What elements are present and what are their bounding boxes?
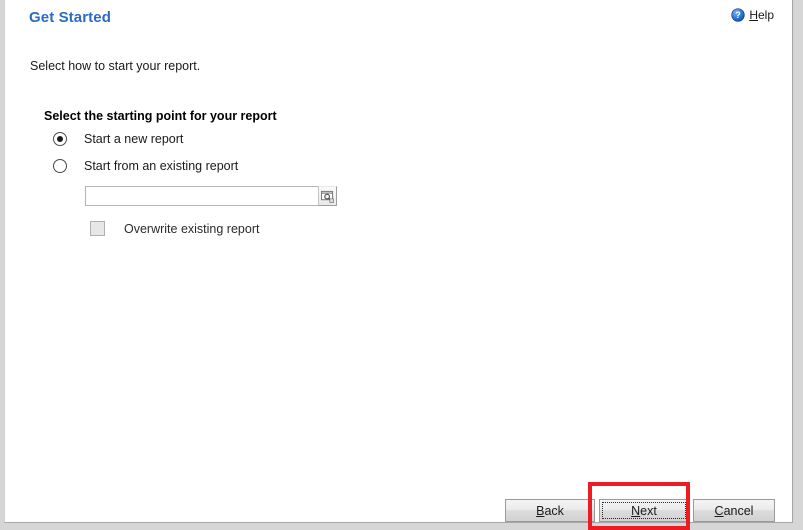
cancel-button-label: Cancel (715, 504, 754, 518)
back-button-label: Back (536, 504, 564, 518)
next-accel-letter: N (631, 503, 641, 518)
browse-report-button[interactable] (318, 186, 337, 206)
cancel-button[interactable]: Cancel (693, 499, 775, 522)
existing-report-input[interactable] (86, 187, 318, 205)
page-title: Get Started (29, 9, 111, 26)
help-accel-letter: H (749, 8, 758, 22)
overwrite-checkbox-label: Overwrite existing report (124, 221, 260, 236)
radio-option-new-report[interactable]: Start a new report (53, 132, 183, 146)
next-button-label: Next (631, 504, 657, 518)
back-label-rest: ack (544, 503, 564, 518)
existing-report-field-wrap (85, 186, 337, 206)
search-browse-icon (321, 190, 334, 203)
section-heading: Select the starting point for your repor… (44, 109, 277, 123)
help-label-rest: elp (757, 8, 774, 22)
radio-existing-report-label: Start from an existing report (84, 159, 239, 173)
radio-existing-report[interactable] (53, 159, 67, 173)
next-button[interactable]: Next (599, 499, 689, 522)
help-circle-icon: ? (731, 8, 745, 22)
cancel-accel-letter: C (714, 503, 724, 518)
overwrite-checkbox[interactable] (90, 221, 105, 236)
radio-new-report[interactable] (53, 132, 67, 146)
help-link[interactable]: ? Help (731, 8, 774, 22)
cancel-label-rest: ancel (723, 503, 754, 518)
help-label: Help (749, 8, 774, 22)
wizard-window: Get Started ? Help Select how to start y… (4, 0, 793, 523)
screen-background: Get Started ? Help Select how to start y… (0, 0, 803, 530)
intro-text: Select how to start your report. (30, 59, 201, 73)
radio-option-existing-report[interactable]: Start from an existing report (53, 159, 238, 173)
back-button[interactable]: Back (505, 499, 595, 522)
overwrite-checkbox-row[interactable]: Overwrite existing report (90, 221, 259, 236)
next-label-rest: ext (640, 503, 657, 518)
svg-text:?: ? (736, 10, 741, 20)
radio-new-report-label: Start a new report (84, 132, 184, 146)
